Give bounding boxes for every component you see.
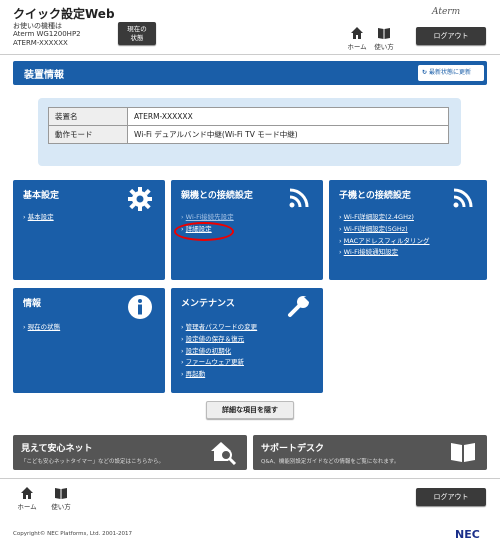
book-icon [451, 443, 475, 462]
card-title: 情報 [23, 299, 42, 309]
link-reboot[interactable]: › 再起動 [181, 369, 257, 381]
home-nav-footer[interactable]: ホーム [16, 486, 38, 511]
copyright: Copyright© NEC Platforms, Ltd. 2001-2017 [13, 531, 133, 537]
banner-title: 見えて安心ネット [21, 444, 93, 454]
logout-button[interactable]: ログアウト [416, 27, 486, 45]
help-label: 使い方 [374, 43, 394, 51]
banner-title: サポートデスク [261, 444, 325, 454]
book-icon [55, 488, 67, 499]
card-title: 親機との接続設定 [181, 191, 253, 201]
link-current-status[interactable]: › 現在の状態 [23, 322, 60, 334]
home-label: ホーム [17, 503, 37, 511]
device-name-key: 装置名 [48, 107, 128, 126]
app-title: クイック設定Web [13, 7, 115, 21]
device-info-table: 装置名 ATERM-XXXXXX 動作モード Wi-Fi デュアルバンド中継(Wi-… [48, 107, 449, 144]
banner-support-desk[interactable]: サポートデスク Q&A、機能別設定ガイドなどの情報をご覧になれます。 [253, 435, 487, 470]
refresh-button[interactable]: ↻ 最新状態に更新 [418, 65, 484, 81]
card-title: 基本設定 [23, 191, 60, 201]
link-firmware-update[interactable]: › ファームウェア更新 [181, 357, 257, 369]
home-label: ホーム [347, 43, 367, 51]
device-name-value: ATERM-XXXXXX [127, 107, 449, 126]
wifi-icon [453, 188, 473, 208]
model-name: Aterm WG1200HP2 [13, 30, 81, 38]
banner-safe-net[interactable]: 見えて安心ネット 「こども安心ネットタイマー」などの設定はこちらから。 [13, 435, 247, 470]
device-name: ATERM-XXXXXX [13, 39, 68, 47]
refresh-label: 最新状態に更新 [429, 69, 472, 76]
card-title: メンテナンス [181, 299, 235, 309]
table-row: 動作モード Wi-Fi デュアルバンド中継(Wi-Fi TV モード中継) [48, 125, 449, 144]
help-nav-footer[interactable]: 使い方 [50, 486, 72, 511]
link-mac-filter[interactable]: › MACアドレスフィルタリング [339, 236, 430, 248]
link-wifi-notify[interactable]: › Wi-Fi接続通知設定 [339, 247, 430, 259]
card-title: 子機との接続設定 [339, 191, 411, 201]
home-nav[interactable]: ホーム [346, 26, 368, 51]
home-icon [351, 27, 363, 39]
mode-value: Wi-Fi デュアルバンド中継(Wi-Fi TV モード中継) [127, 125, 449, 144]
refresh-icon: ↻ [422, 69, 428, 76]
wifi-icon [289, 188, 309, 208]
card-basic-settings: 基本設定 › 基本設定 [13, 180, 165, 280]
status-button-line1: 現在の [127, 25, 147, 33]
link-admin-password[interactable]: › 管理者パスワードの変更 [181, 322, 257, 334]
book-icon [378, 28, 390, 39]
card-child-connection: 子機との接続設定 › Wi-Fi詳細設定(2.4GHz) › Wi-Fi詳細設定… [329, 180, 487, 280]
highlight-circle [174, 222, 234, 241]
current-status-button[interactable]: 現在の 状態 [118, 22, 156, 45]
section-header: 装置情報 ↻ 最新状態に更新 [13, 61, 487, 85]
link-factory-reset[interactable]: › 設定値の初期化 [181, 346, 257, 358]
house-search-icon [211, 442, 237, 465]
link-wifi-5[interactable]: › Wi-Fi詳細設定(5GHz) [339, 224, 430, 236]
section-title: 装置情報 [24, 70, 64, 81]
help-label: 使い方 [51, 503, 71, 511]
link-save-restore[interactable]: › 設定値の保存＆復元 [181, 334, 257, 346]
divider [0, 54, 500, 55]
home-icon [21, 487, 33, 499]
info-icon [128, 295, 152, 319]
card-info: 情報 › 現在の状態 [13, 288, 165, 393]
brand-logo: Aterm [432, 7, 461, 17]
banner-desc: 「こども安心ネットタイマー」などの設定はこちらから。 [21, 459, 165, 465]
mode-key: 動作モード [48, 125, 128, 144]
gear-icon [128, 187, 152, 211]
link-basic-settings[interactable]: › 基本設定 [23, 212, 54, 224]
link-wifi-24[interactable]: › Wi-Fi詳細設定(2.4GHz) [339, 212, 430, 224]
nec-logo: NEC [455, 528, 480, 541]
status-button-line2: 状態 [130, 34, 144, 42]
banner-desc: Q&A、機能別設定ガイドなどの情報をご覧になれます。 [261, 459, 400, 465]
card-maintenance: メンテナンス › 管理者パスワードの変更 › 設定値の保存＆復元 › 設定値の初… [171, 288, 323, 393]
help-nav[interactable]: 使い方 [373, 26, 395, 51]
table-row: 装置名 ATERM-XXXXXX [48, 107, 449, 126]
logout-button-footer[interactable]: ログアウト [416, 488, 486, 506]
hide-details-button[interactable]: 詳細な項目を隠す [206, 401, 294, 419]
divider [0, 478, 500, 479]
wrench-icon [288, 296, 309, 317]
